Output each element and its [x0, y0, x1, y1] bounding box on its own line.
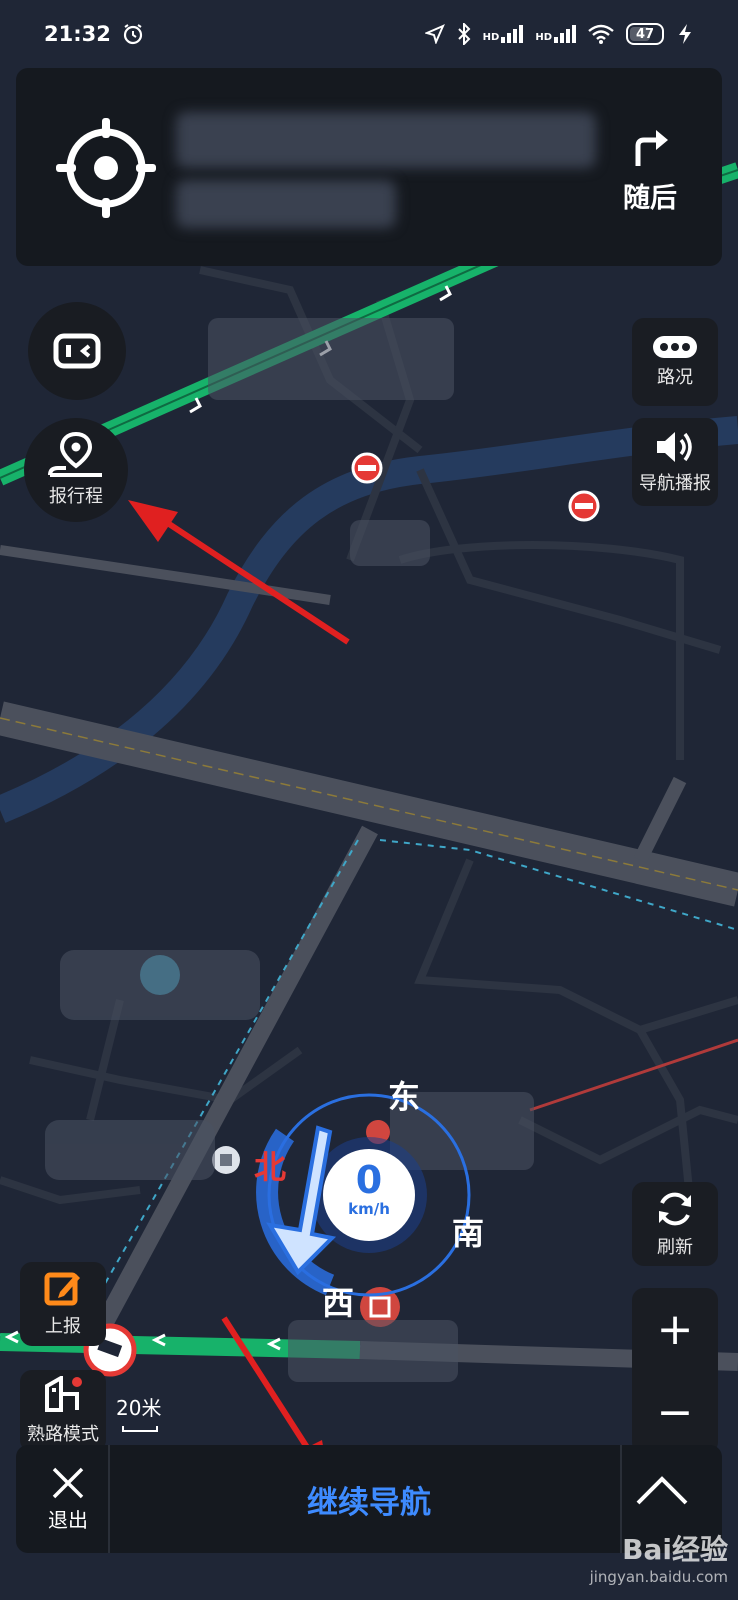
- compass-south-label: 南: [452, 1214, 485, 1252]
- zoom-control: + −: [632, 1288, 718, 1454]
- clock: 21:32: [44, 22, 111, 46]
- blurred-road-name-2: [176, 180, 396, 228]
- poi-marker-icon: [212, 1146, 240, 1174]
- watermark-brand: Bai经验: [622, 1533, 728, 1566]
- signal-1-icon: HD: [483, 25, 524, 43]
- zoom-out-button[interactable]: −: [657, 1390, 694, 1435]
- alarm-icon: [123, 24, 142, 45]
- report-trip-label: 报行程: [49, 486, 103, 507]
- watermark: Bai经验 jingyan.baidu.com: [590, 1528, 728, 1586]
- compass-east-label: 东: [388, 1078, 421, 1116]
- trip-pin-icon: [48, 432, 102, 477]
- house-mode-icon: [45, 1376, 82, 1412]
- speed-indicator: 0 km/h: [323, 1160, 415, 1218]
- blurred-road-name: [176, 112, 596, 168]
- refresh-button[interactable]: 刷新: [632, 1182, 718, 1266]
- vehicle-settings-button[interactable]: [28, 302, 126, 400]
- expand-chevron-up-icon[interactable]: [632, 1463, 692, 1523]
- zoom-in-button[interactable]: +: [657, 1307, 694, 1352]
- battery-icon: 47: [626, 23, 664, 45]
- familiar-mode-button[interactable]: 熟路模式: [20, 1370, 106, 1452]
- status-bar: 21:32 HD HD 47: [0, 0, 738, 68]
- battery-level: 47: [635, 26, 655, 42]
- report-trip-button[interactable]: 报行程: [24, 418, 128, 522]
- traffic-icon: [653, 336, 697, 358]
- watermark-url: jingyan.baidu.com: [589, 1568, 728, 1586]
- close-icon: [52, 1467, 84, 1498]
- refresh-label: 刷新: [657, 1237, 693, 1258]
- report-label: 上报: [45, 1316, 81, 1337]
- next-turn-indicator: 随后: [618, 128, 682, 215]
- signal-2-icon: HD: [535, 25, 576, 43]
- voice-label: 导航播报: [639, 473, 711, 494]
- bluetooth-icon: [457, 23, 471, 45]
- location-arrow-icon: [424, 24, 445, 44]
- map-scale-label: 20米: [116, 1396, 162, 1420]
- charging-icon: [679, 24, 691, 44]
- edit-report-icon: [44, 1272, 80, 1306]
- refresh-icon: [659, 1192, 691, 1226]
- speed-value: 0: [355, 1158, 383, 1202]
- navigation-guidance-card[interactable]: 随后: [16, 68, 722, 266]
- continue-navigation-button[interactable]: 继续导航: [126, 1445, 612, 1553]
- speaker-icon: [657, 432, 692, 462]
- traffic-button[interactable]: 路况: [632, 318, 718, 406]
- voice-broadcast-button[interactable]: 导航播报: [632, 418, 718, 506]
- turn-label: 随后: [623, 183, 677, 214]
- exit-button[interactable]: 退出: [30, 1445, 106, 1553]
- compass-north-label: 北: [254, 1148, 287, 1186]
- map-scale-bar: [122, 1426, 158, 1432]
- traffic-label: 路况: [657, 367, 693, 388]
- wifi-icon: [588, 24, 614, 44]
- no-entry-icon: [568, 490, 600, 522]
- compass-west-label: 西: [322, 1284, 355, 1322]
- speed-unit: km/h: [348, 1200, 390, 1218]
- locate-target-icon[interactable]: [52, 114, 160, 222]
- car-icon: [53, 333, 101, 369]
- no-entry-icon: [351, 452, 383, 484]
- turn-right-icon: [635, 130, 668, 166]
- familiar-mode-label: 熟路模式: [27, 1424, 99, 1445]
- divider: [108, 1445, 110, 1553]
- exit-label: 退出: [48, 1507, 88, 1532]
- report-button[interactable]: 上报: [20, 1262, 106, 1346]
